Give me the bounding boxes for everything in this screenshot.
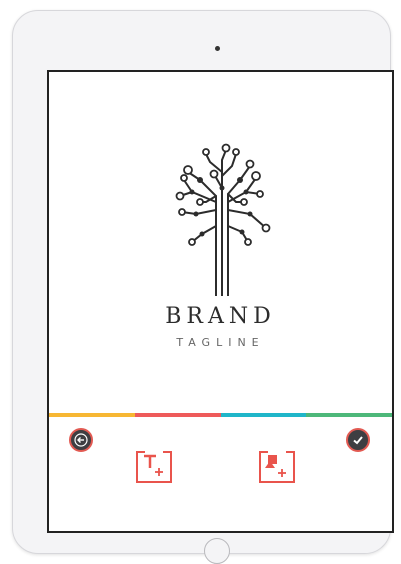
color-segment-yellow <box>49 413 135 417</box>
home-button[interactable] <box>204 538 230 564</box>
camera-dot <box>215 46 220 51</box>
add-text-button[interactable] <box>133 446 177 486</box>
back-button[interactable] <box>69 428 93 452</box>
brand-tagline: TAGLINE <box>176 336 265 349</box>
arrow-left-icon <box>74 433 88 447</box>
color-segment-green <box>306 413 392 417</box>
app-screen: BRAND TAGLINE <box>47 70 394 533</box>
brand-name: BRAND <box>165 304 276 329</box>
confirm-button[interactable] <box>346 428 370 452</box>
check-icon <box>353 436 363 445</box>
add-image-button[interactable] <box>256 446 300 486</box>
tablet-frame: BRAND TAGLINE <box>12 10 394 564</box>
color-divider <box>49 413 392 417</box>
color-segment-red <box>134 413 221 417</box>
add-text-icon <box>136 451 172 483</box>
circuit-tree-icon <box>175 143 271 296</box>
add-image-icon <box>259 451 295 483</box>
color-segment-cyan <box>220 413 307 417</box>
